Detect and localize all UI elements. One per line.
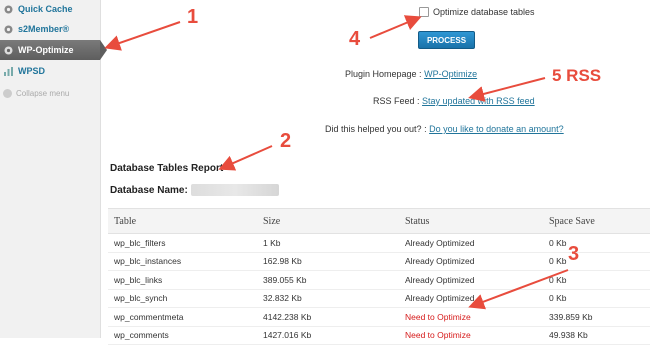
- arrow-3: [472, 270, 568, 306]
- annotation-label-5: 5 RSS: [552, 66, 601, 86]
- arrow-1: [108, 22, 180, 47]
- arrow-4: [370, 18, 418, 38]
- arrow-2: [222, 146, 272, 168]
- annotation-label-4: 4: [349, 28, 360, 51]
- annotation-arrows: [0, 0, 650, 338]
- annotation-label-2: 2: [280, 130, 291, 153]
- annotation-label-3: 3: [568, 243, 579, 266]
- arrow-5: [472, 78, 545, 97]
- annotation-label-1: 1: [187, 6, 198, 29]
